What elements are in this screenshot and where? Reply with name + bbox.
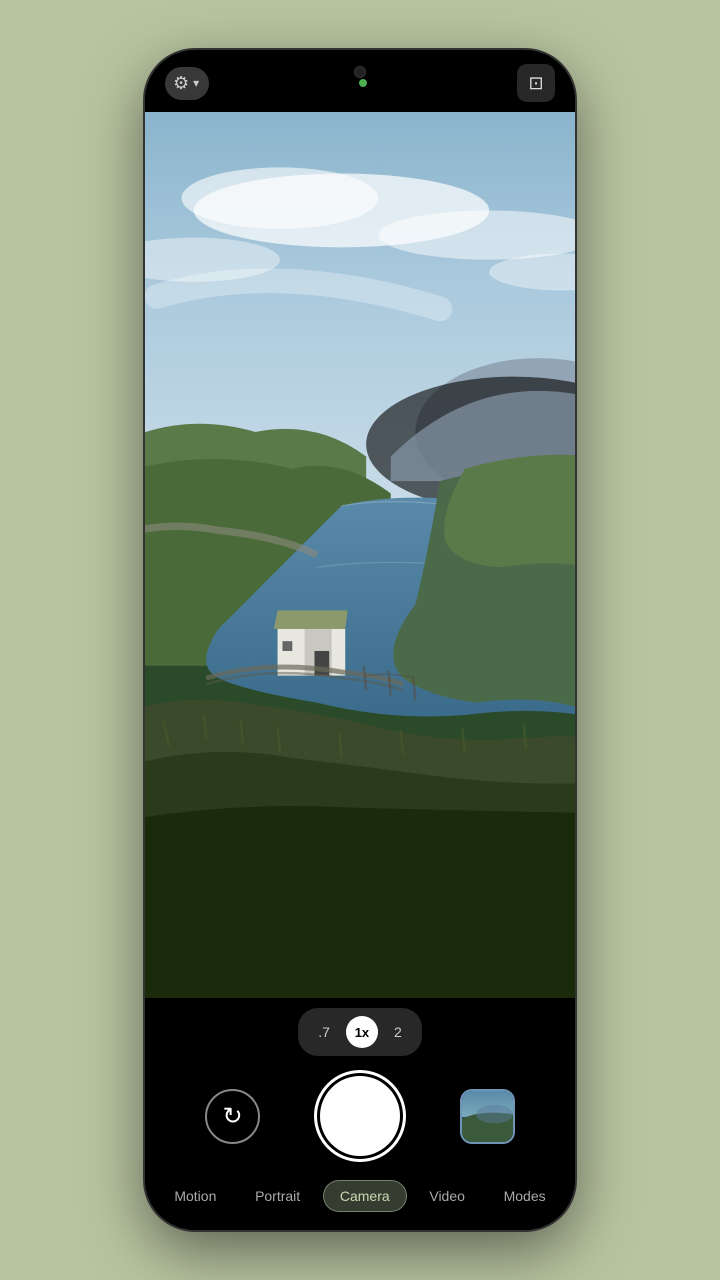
- settings-button[interactable]: ⚙ ▾: [165, 67, 209, 100]
- phone-screen: ⚙ ▾ ⊡: [145, 50, 575, 1230]
- gallery-button[interactable]: ⊡: [517, 64, 555, 102]
- top-bar: ⚙ ▾ ⊡: [145, 50, 575, 112]
- status-dot: [359, 79, 367, 87]
- gallery-icon: ⊡: [528, 73, 543, 94]
- zoom-07[interactable]: .7: [318, 1024, 330, 1040]
- zoom-pill: .7 1x 2: [298, 1008, 421, 1056]
- flip-camera-button[interactable]: ↻: [205, 1089, 260, 1144]
- front-camera: [354, 66, 366, 78]
- shutter-row: ↻: [145, 1076, 575, 1156]
- gallery-thumbnail[interactable]: [460, 1089, 515, 1144]
- tab-portrait[interactable]: Portrait: [239, 1181, 316, 1211]
- zoom-1x[interactable]: 1x: [346, 1016, 378, 1048]
- tab-camera[interactable]: Camera: [323, 1180, 407, 1212]
- tab-video[interactable]: Video: [413, 1181, 481, 1211]
- gear-icon: ⚙: [173, 73, 189, 94]
- shutter-button[interactable]: [320, 1076, 400, 1156]
- chevron-down-icon: ▾: [193, 76, 199, 90]
- zoom-controls: .7 1x 2: [145, 1008, 575, 1056]
- mode-tabs: Motion Portrait Camera Video Modes: [145, 1172, 575, 1230]
- phone-frame: ⚙ ▾ ⊡: [145, 50, 575, 1230]
- tab-modes[interactable]: Modes: [488, 1181, 562, 1211]
- bottom-controls: .7 1x 2 ↻: [145, 998, 575, 1230]
- viewfinder[interactable]: [145, 112, 575, 998]
- zoom-2x[interactable]: 2: [394, 1024, 402, 1040]
- flip-camera-icon: ↻: [222, 1102, 242, 1131]
- tab-motion[interactable]: Motion: [158, 1181, 232, 1211]
